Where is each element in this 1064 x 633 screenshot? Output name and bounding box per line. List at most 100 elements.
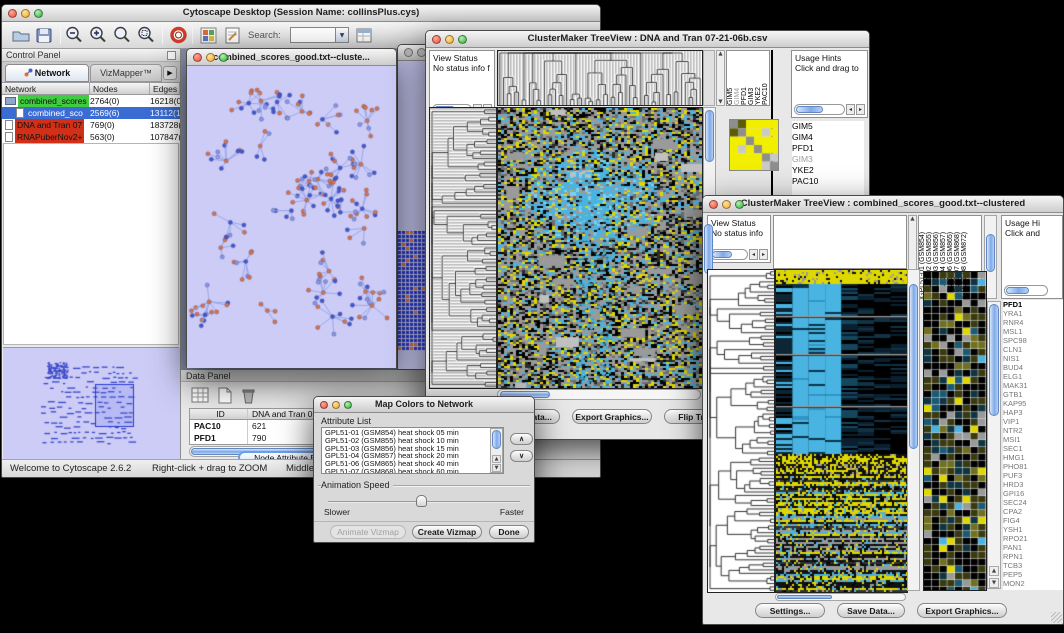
move-up-button[interactable]: ∧ xyxy=(510,433,533,445)
zoom-heatmap-canvas[interactable] xyxy=(729,119,779,171)
gene-dendrogram-canvas[interactable] xyxy=(708,270,774,592)
gene-label[interactable]: HAP3 xyxy=(1003,408,1063,417)
treeview-combined-title-bar[interactable]: ClusterMaker TreeView : combined_scores_… xyxy=(703,196,1063,213)
network-overview-panel[interactable] xyxy=(3,347,179,460)
scroll-up-icon[interactable]: ▲ xyxy=(717,51,724,57)
zoom-window-icon[interactable] xyxy=(458,35,467,44)
scrollbar-thumb[interactable] xyxy=(986,234,995,272)
gene-label[interactable]: RPN1 xyxy=(1003,552,1063,561)
network-list-row[interactable]: combined_scores2764(0)16218(0) xyxy=(2,95,180,107)
zoom-fit-icon[interactable] xyxy=(112,25,133,46)
gene-label[interactable]: ELG1 xyxy=(1003,372,1063,381)
gene-label[interactable]: MSI1 xyxy=(1003,435,1063,444)
export-graphics-button[interactable]: Export Graphics... xyxy=(572,409,652,424)
zoom-window-icon[interactable] xyxy=(344,401,352,409)
settings-button[interactable]: Settings... xyxy=(755,603,825,618)
delete-attribute-trash-icon[interactable] xyxy=(239,386,258,410)
tree-vscroll-arrows[interactable]: ▲ ▼ xyxy=(716,50,725,106)
network-table-header[interactable]: Network Nodes Edges xyxy=(2,83,180,95)
float-panel-icon[interactable] xyxy=(167,51,176,60)
gene-label[interactable]: PFD1 xyxy=(1003,300,1063,309)
treeview-dna-title-bar[interactable]: ClusterMaker TreeView : DNA and Tran 07-… xyxy=(426,31,869,48)
gene-label[interactable]: NIS1 xyxy=(1003,354,1063,363)
zoom-window-icon[interactable] xyxy=(219,53,228,62)
column-label[interactable]: GIM5 xyxy=(727,51,734,105)
scrollbar-thumb[interactable] xyxy=(712,251,732,258)
column-label[interactable]: GIM3 xyxy=(748,51,755,105)
gene-label[interactable]: CLN1 xyxy=(1003,345,1063,354)
table-grid-icon[interactable] xyxy=(191,386,210,410)
dialog-title-bar[interactable]: Map Colors to Network xyxy=(314,397,534,413)
gene-label[interactable]: PHO81 xyxy=(1003,462,1063,471)
scroll-right-icon[interactable]: ▸ xyxy=(856,104,865,115)
gene-label[interactable]: HMG1 xyxy=(1003,453,1063,462)
zoom-heatmap-canvas[interactable] xyxy=(924,272,986,590)
gene-label[interactable]: FIG4 xyxy=(1003,516,1063,525)
zoom-selected-icon[interactable] xyxy=(136,25,157,46)
scroll-up-icon[interactable]: ▲ xyxy=(909,216,916,222)
gene-label[interactable]: SPC98 xyxy=(1003,336,1063,345)
gene-label[interactable]: PFD1 xyxy=(792,143,864,154)
minimize-icon[interactable] xyxy=(332,401,340,409)
gene-label[interactable]: GIM4 xyxy=(792,132,864,143)
scroll-left-icon[interactable]: ◂ xyxy=(846,104,855,115)
column-label[interactable]: PFD1 xyxy=(741,51,748,105)
save-data-button[interactable]: Save Data... xyxy=(837,603,905,618)
scroll-right-icon[interactable]: ▸ xyxy=(759,249,768,260)
network-view-window[interactable]: combined_scores_good.txt--cluste... xyxy=(186,48,397,368)
gene-label[interactable]: GIM5 xyxy=(792,121,864,132)
view-status-scrollbar[interactable]: ◂ ▸ xyxy=(710,249,768,260)
close-icon[interactable] xyxy=(432,35,441,44)
gene-label[interactable]: YSH1 xyxy=(1003,525,1063,534)
column-dendrogram-canvas[interactable] xyxy=(498,51,702,105)
export-graphics-button[interactable]: Export Graphics... xyxy=(917,603,1007,618)
search-dropdown-icon[interactable]: ▼ xyxy=(336,27,349,43)
zoom-window-icon[interactable] xyxy=(735,200,744,209)
scrollbar-thumb[interactable] xyxy=(1006,287,1029,294)
zoom-window-icon[interactable] xyxy=(34,9,43,18)
gene-label[interactable]: PAC10 xyxy=(792,176,864,187)
close-icon[interactable] xyxy=(320,401,328,409)
gene-label[interactable]: YRA1 xyxy=(1003,309,1063,318)
create-vizmap-button[interactable]: Create Vizmap xyxy=(412,525,482,539)
close-icon[interactable] xyxy=(193,53,202,62)
search-input[interactable] xyxy=(290,27,336,43)
gene-label[interactable]: GPI16 xyxy=(1003,489,1063,498)
gene-label[interactable]: MAK31 xyxy=(1003,381,1063,390)
help-lifering-icon[interactable] xyxy=(168,25,189,46)
network-list-row[interactable]: RNAPuberNov2+563(0)107847(0) xyxy=(2,131,180,143)
array-dendrogram-area[interactable] xyxy=(773,215,907,269)
attribute-item[interactable]: GPL51-07 (GSM868) heat shock 60 min xyxy=(325,468,489,474)
more-tabs-button[interactable]: ▶ xyxy=(163,66,177,80)
gene-label[interactable]: KAP95 xyxy=(1003,399,1063,408)
heatmap-vscrollbar[interactable] xyxy=(907,269,920,591)
close-icon[interactable] xyxy=(8,9,17,18)
gene-label[interactable]: SEC24 xyxy=(1003,498,1063,507)
usage-hints-scrollbar[interactable] xyxy=(1004,285,1048,296)
gene-label[interactable]: RNR4 xyxy=(1003,318,1063,327)
animate-vizmap-button[interactable]: Animate Vizmap xyxy=(330,525,406,539)
attribute-list-vscrollbar[interactable]: ▲ ▼ xyxy=(490,428,503,473)
network-list-row[interactable]: combined_sco2569(6)13112(15) xyxy=(2,107,180,119)
minimize-icon[interactable] xyxy=(206,53,215,62)
usage-hints-scrollbar[interactable]: ◂ ▸ xyxy=(794,104,865,115)
scroll-up-icon[interactable]: ▲ xyxy=(989,566,999,576)
minimize-icon[interactable] xyxy=(445,35,454,44)
left-vscrollbar-thumb[interactable] xyxy=(704,224,713,274)
minimize-icon[interactable] xyxy=(21,9,30,18)
zoom-out-icon[interactable] xyxy=(64,25,85,46)
gene-label[interactable]: PAN1 xyxy=(1003,543,1063,552)
annotation-icon[interactable] xyxy=(222,25,243,46)
scrollbar-thumb[interactable] xyxy=(492,430,501,449)
scroll-down-icon[interactable]: ▼ xyxy=(989,578,999,588)
new-network-icon[interactable] xyxy=(198,25,219,46)
gene-label[interactable]: GTB1 xyxy=(1003,390,1063,399)
gene-label[interactable]: MSL1 xyxy=(1003,327,1063,336)
tab-vizmapper[interactable]: VizMapper™ xyxy=(90,64,162,82)
attribute-listbox[interactable]: GPL51-01 (GSM854) heat shock 05 minGPL51… xyxy=(321,427,504,474)
open-file-icon[interactable] xyxy=(10,25,31,46)
gene-list-vscrollbar[interactable]: ▲ ▼ xyxy=(987,301,1001,589)
zoom-in-icon[interactable] xyxy=(88,25,109,46)
gene-dendrogram-canvas[interactable] xyxy=(430,108,496,388)
treeview-combined-window[interactable]: ClusterMaker TreeView : combined_scores_… xyxy=(702,195,1064,625)
